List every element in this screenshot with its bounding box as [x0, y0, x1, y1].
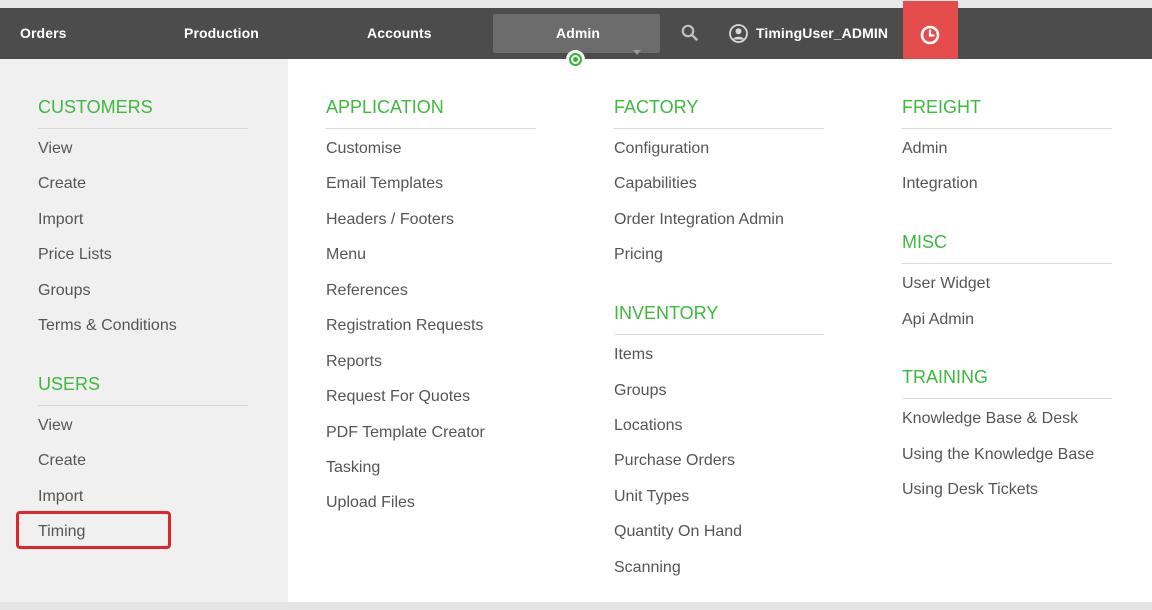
- nav-accounts[interactable]: Accounts: [367, 8, 432, 59]
- search-button[interactable]: [679, 8, 701, 59]
- menu-item-headers-footers[interactable]: Headers / Footers: [326, 209, 454, 231]
- menu-item-integration[interactable]: Integration: [902, 173, 978, 195]
- menu-item-items[interactable]: Items: [614, 344, 653, 366]
- menu-item-using-desk-tickets[interactable]: Using Desk Tickets: [902, 479, 1038, 501]
- nav-production[interactable]: Production: [184, 8, 259, 59]
- active-menu-indicator: [566, 50, 585, 69]
- admin-mega-menu: CUSTOMERS View Create Import Price Lists…: [0, 59, 1152, 602]
- menu-item-capabilities[interactable]: Capabilities: [614, 173, 697, 195]
- clock-icon: [920, 25, 940, 45]
- timing-highlight-box: [16, 511, 171, 549]
- menu-item-quantity-on-hand[interactable]: Quantity On Hand: [614, 521, 742, 543]
- section-heading-users: USERS: [38, 373, 248, 406]
- menu-item-references[interactable]: References: [326, 280, 408, 302]
- menu-item-terms-conditions[interactable]: Terms & Conditions: [38, 315, 177, 337]
- menu-item-order-integration-admin[interactable]: Order Integration Admin: [614, 209, 784, 231]
- user-circle-icon: [729, 24, 748, 43]
- menu-item-users-import[interactable]: Import: [38, 486, 83, 508]
- menu-item-freight-admin[interactable]: Admin: [902, 138, 947, 160]
- menu-item-purchase-orders[interactable]: Purchase Orders: [614, 450, 735, 472]
- section-heading-application: APPLICATION: [326, 96, 536, 129]
- section-heading-freight: FREIGHT: [902, 96, 1112, 129]
- menu-item-customers-import[interactable]: Import: [38, 209, 83, 231]
- menu-item-scanning[interactable]: Scanning: [614, 557, 681, 579]
- menu-item-reports[interactable]: Reports: [326, 351, 382, 373]
- menu-item-users-view[interactable]: View: [38, 415, 72, 437]
- menu-item-customers-create[interactable]: Create: [38, 173, 86, 195]
- menu-item-tasking[interactable]: Tasking: [326, 457, 380, 479]
- menu-item-inventory-groups[interactable]: Groups: [614, 380, 666, 402]
- menu-item-price-lists[interactable]: Price Lists: [38, 244, 112, 266]
- timing-clock-button[interactable]: [903, 1, 958, 59]
- nav-orders[interactable]: Orders: [20, 8, 67, 59]
- menu-item-customers-groups[interactable]: Groups: [38, 280, 90, 302]
- section-heading-misc: MISC: [902, 231, 1112, 264]
- menu-item-customers-view[interactable]: View: [38, 138, 72, 160]
- menu-item-email-templates[interactable]: Email Templates: [326, 173, 443, 195]
- menu-item-pricing[interactable]: Pricing: [614, 244, 663, 266]
- menu-item-locations[interactable]: Locations: [614, 415, 683, 437]
- section-heading-customers: CUSTOMERS: [38, 96, 248, 129]
- nav-admin[interactable]: Admin: [493, 14, 660, 55]
- section-heading-factory: FACTORY: [614, 96, 824, 129]
- menu-item-upload-files[interactable]: Upload Files: [326, 492, 415, 514]
- menu-item-configuration[interactable]: Configuration: [614, 138, 709, 160]
- section-heading-training: TRAINING: [902, 366, 1112, 399]
- search-icon: [681, 24, 698, 41]
- menu-item-registration-requests[interactable]: Registration Requests: [326, 315, 483, 337]
- nav-admin-label: Admin: [556, 25, 601, 41]
- menu-item-request-for-quotes[interactable]: Request For Quotes: [326, 386, 470, 408]
- menu-item-using-knowledge-base[interactable]: Using the Knowledge Base: [902, 444, 1094, 466]
- menu-item-knowledge-base-desk[interactable]: Knowledge Base & Desk: [902, 408, 1078, 430]
- menu-item-api-admin[interactable]: Api Admin: [902, 309, 974, 331]
- page-background-strip: [0, 602, 1152, 610]
- menu-item-users-create[interactable]: Create: [38, 450, 86, 472]
- menu-item-customise[interactable]: Customise: [326, 138, 402, 160]
- section-heading-inventory: INVENTORY: [614, 302, 824, 335]
- user-name: TimingUser_ADMIN: [756, 25, 889, 41]
- menu-item-pdf-template-creator[interactable]: PDF Template Creator: [326, 422, 485, 444]
- menu-item-menu[interactable]: Menu: [326, 244, 366, 266]
- menu-item-unit-types[interactable]: Unit Types: [614, 486, 689, 508]
- menu-item-user-widget[interactable]: User Widget: [902, 273, 990, 295]
